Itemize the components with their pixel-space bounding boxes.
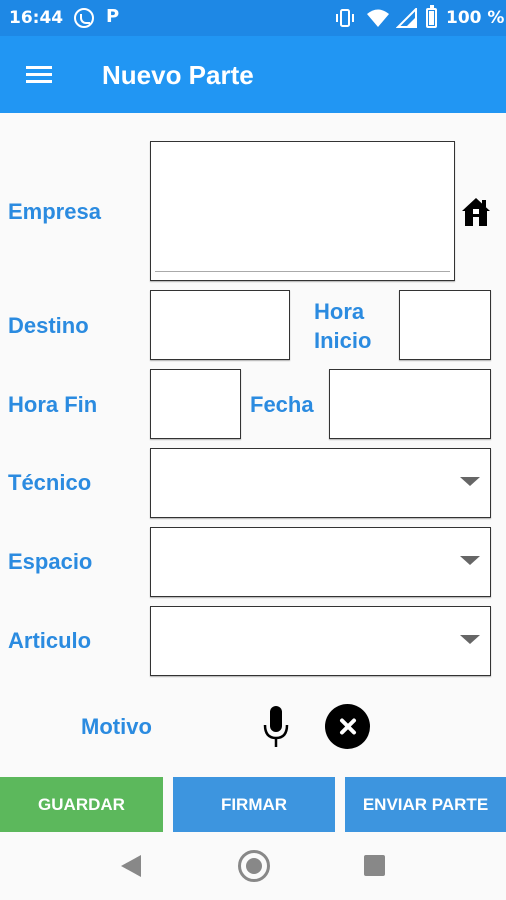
- firmar-button[interactable]: FIRMAR: [173, 777, 335, 832]
- guardar-button[interactable]: GUARDAR: [0, 777, 163, 832]
- signal-icon: [396, 8, 417, 28]
- tecnico-label: Técnico: [8, 470, 92, 495]
- vibrate-icon: [336, 9, 354, 27]
- home-icon[interactable]: [461, 196, 491, 228]
- app-bar: Nuevo Parte: [0, 36, 506, 113]
- espacio-label: Espacio: [8, 549, 93, 574]
- empresa-label: Empresa: [8, 199, 101, 224]
- wifi-icon: [367, 9, 389, 27]
- enviar-parte-button[interactable]: ENVIAR PARTE: [345, 777, 506, 832]
- close-icon[interactable]: [325, 704, 370, 749]
- chevron-down-icon: [460, 477, 480, 486]
- chevron-down-icon: [460, 635, 480, 644]
- page-title: Nuevo Parte: [102, 60, 254, 90]
- fecha-field[interactable]: [329, 369, 491, 439]
- parking-icon: P: [106, 6, 120, 27]
- battery-icon: [426, 5, 437, 28]
- status-time: 16:44: [9, 8, 64, 28]
- destino-label: Destino: [8, 313, 89, 338]
- hora-fin-label: Hora Fin: [8, 392, 98, 417]
- hora-inicio-label-line1: Hora: [314, 299, 365, 324]
- menu-icon[interactable]: [22, 62, 56, 88]
- back-icon[interactable]: [121, 855, 141, 877]
- destino-field[interactable]: [150, 290, 290, 360]
- whatsapp-icon: [74, 8, 94, 28]
- system-nav-bar: [0, 838, 506, 900]
- battery-percent: 100 %: [446, 8, 505, 28]
- hora-inicio-label-line2: Inicio: [314, 328, 372, 353]
- microphone-icon[interactable]: [263, 705, 289, 749]
- chevron-down-icon: [460, 556, 480, 565]
- empresa-field[interactable]: [150, 141, 455, 281]
- espacio-select[interactable]: [150, 527, 491, 597]
- hora-fin-field[interactable]: [150, 369, 241, 439]
- articulo-select[interactable]: [150, 606, 491, 676]
- fecha-label: Fecha: [250, 392, 314, 417]
- recent-apps-icon[interactable]: [364, 855, 385, 876]
- home-nav-icon[interactable]: [238, 850, 270, 882]
- status-bar: 16:44 P 100 %: [0, 0, 506, 36]
- motivo-label: Motivo: [81, 714, 152, 739]
- hora-inicio-field[interactable]: [399, 290, 491, 360]
- articulo-label: Articulo: [8, 628, 92, 653]
- tecnico-select[interactable]: [150, 448, 491, 518]
